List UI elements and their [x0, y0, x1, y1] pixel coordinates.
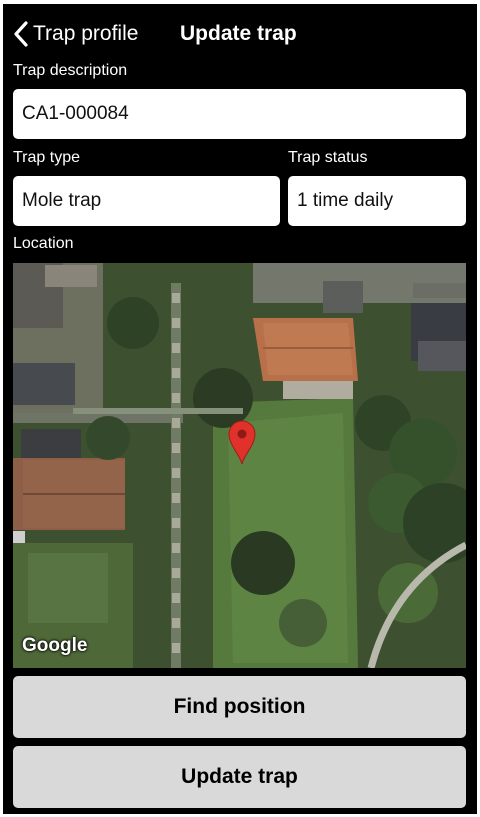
- chevron-left-icon: [13, 21, 29, 47]
- trap-description-label: Trap description: [13, 62, 128, 79]
- update-trap-button[interactable]: Update trap: [13, 746, 466, 808]
- trap-type-field[interactable]: Mole trap: [13, 176, 280, 226]
- find-position-button[interactable]: Find position: [13, 676, 466, 738]
- back-button[interactable]: Trap profile: [13, 20, 138, 48]
- page-title: Update trap: [180, 22, 297, 45]
- trap-description-field[interactable]: CA1-000084: [13, 89, 466, 139]
- back-button-label: Trap profile: [33, 22, 139, 45]
- trap-status-label: Trap status: [288, 149, 368, 166]
- map-pin-icon[interactable]: [227, 419, 257, 465]
- google-attribution-logo: Google: [22, 635, 88, 656]
- satellite-map-image: [13, 263, 466, 668]
- trap-type-label: Trap type: [13, 149, 80, 166]
- location-map[interactable]: Google: [13, 263, 466, 668]
- trap-status-field[interactable]: 1 time daily: [288, 176, 466, 226]
- location-label: Location: [13, 235, 74, 252]
- navigation-bar: Trap profile Update trap: [3, 4, 477, 60]
- screen: Trap profile Update trap Trap descriptio…: [3, 4, 477, 814]
